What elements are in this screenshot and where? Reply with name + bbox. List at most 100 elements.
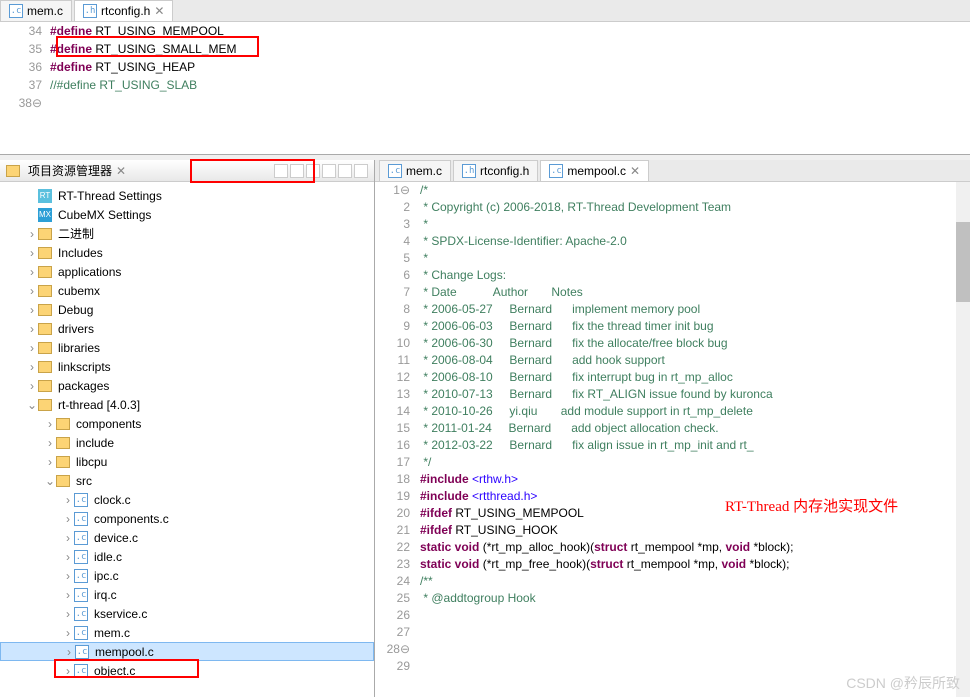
tree-item-label: kservice.c: [92, 607, 147, 621]
tab-label: mem.c: [27, 4, 63, 18]
tab-mem-c[interactable]: .c mem.c: [0, 0, 72, 21]
twisty-icon[interactable]: ›: [62, 550, 74, 564]
twisty-icon[interactable]: ›: [62, 512, 74, 526]
c-file-icon: .c: [74, 626, 88, 640]
tab-mem-c-main[interactable]: .c mem.c: [379, 160, 451, 181]
tree-item[interactable]: ⌄ src: [0, 471, 374, 490]
c-file-icon: .c: [9, 4, 23, 18]
tree-item[interactable]: ›libraries: [0, 338, 374, 357]
close-icon[interactable]: ✕: [154, 4, 164, 18]
twisty-icon[interactable]: ›: [63, 645, 75, 659]
tree-item-label: applications: [56, 265, 121, 279]
tree-item[interactable]: ›linkscripts: [0, 357, 374, 376]
tree-item-label: src: [74, 474, 92, 488]
twisty-icon[interactable]: ›: [26, 379, 38, 393]
tree-item[interactable]: ›.c kservice.c: [0, 604, 374, 623]
tree-item[interactable]: ›drivers: [0, 319, 374, 338]
tree-item[interactable]: ›.cirq.c: [0, 585, 374, 604]
close-icon[interactable]: ✕: [116, 164, 126, 178]
tab-rtconfig-h[interactable]: .h rtconfig.h ✕: [74, 0, 173, 21]
tree-item-label: include: [74, 436, 114, 450]
c-file-icon: .c: [74, 588, 88, 602]
c-file-icon: .c: [74, 550, 88, 564]
rt-settings-icon: RT: [38, 189, 52, 203]
tree-item[interactable]: RTRT-Thread Settings: [0, 186, 374, 205]
c-file-icon: .c: [74, 512, 88, 526]
tab-label: rtconfig.h: [101, 4, 150, 18]
folder-icon: [38, 285, 52, 297]
project-tree[interactable]: RTRT-Thread Settings MX CubeMX Settings › 二进…: [0, 182, 374, 697]
minimize-icon[interactable]: [338, 164, 352, 178]
twisty-icon[interactable]: ›: [62, 626, 74, 640]
twisty-icon[interactable]: ›: [44, 417, 56, 431]
maximize-icon[interactable]: [354, 164, 368, 178]
twisty-icon[interactable]: ›: [26, 322, 38, 336]
tree-item[interactable]: ›.cdevice.c: [0, 528, 374, 547]
twisty-icon[interactable]: ›: [62, 493, 74, 507]
tree-item-label: clock.c: [92, 493, 131, 507]
tab-label: rtconfig.h: [480, 164, 529, 178]
tree-item[interactable]: ›Debug: [0, 300, 374, 319]
annotation-box-tab: [190, 159, 315, 183]
twisty-icon[interactable]: ›: [26, 246, 38, 260]
h-file-icon: .h: [83, 4, 97, 18]
cubemx-icon: MX: [38, 208, 52, 222]
twisty-icon[interactable]: ›: [44, 436, 56, 450]
project-explorer-title: 项目资源管理器: [28, 162, 112, 179]
tab-label: mempool.c: [567, 164, 626, 178]
c-file-icon: .c: [74, 569, 88, 583]
twisty-icon[interactable]: ›: [26, 265, 38, 279]
twisty-icon[interactable]: ›: [26, 360, 38, 374]
tree-item-label: ipc.c: [92, 569, 119, 583]
tree-item-label: mempool.c: [93, 645, 154, 659]
h-file-icon: .h: [462, 164, 476, 178]
twisty-icon[interactable]: ›: [26, 303, 38, 317]
twisty-icon[interactable]: ›: [62, 607, 74, 621]
folder-icon: [38, 380, 52, 392]
tree-item[interactable]: ›packages: [0, 376, 374, 395]
tree-item[interactable]: ›.c ipc.c: [0, 566, 374, 585]
twisty-icon[interactable]: ›: [62, 588, 74, 602]
tree-item-label: CubeMX Settings: [56, 208, 151, 222]
tree-item-label: cubemx: [56, 284, 100, 298]
tree-item-label: 二进制: [56, 225, 94, 242]
c-file-icon: .c: [74, 607, 88, 621]
tree-item[interactable]: ›.cidle.c: [0, 547, 374, 566]
folder-icon: [38, 361, 52, 373]
tree-item[interactable]: › applications: [0, 262, 374, 281]
top-editor-pane: .c mem.c .h rtconfig.h ✕ 34 35 36 37 38⊖…: [0, 0, 970, 155]
tree-item[interactable]: ›libcpu: [0, 452, 374, 471]
close-icon[interactable]: ✕: [630, 164, 640, 178]
tab-rtconfig-h-main[interactable]: .h rtconfig.h: [453, 160, 538, 181]
tree-item[interactable]: ›Includes: [0, 243, 374, 262]
tree-item-label: rt-thread [4.0.3]: [56, 398, 140, 412]
twisty-icon[interactable]: ›: [26, 284, 38, 298]
tree-item[interactable]: ›.cmem.c: [0, 623, 374, 642]
folder-icon: [38, 304, 52, 316]
folder-icon: [38, 228, 52, 240]
tree-item[interactable]: ⌄ rt-thread [4.0.3]: [0, 395, 374, 414]
tree-item[interactable]: › cubemx: [0, 281, 374, 300]
tree-item[interactable]: ›.ccomponents.c: [0, 509, 374, 528]
twisty-icon[interactable]: ›: [62, 569, 74, 583]
folder-icon: [6, 165, 20, 177]
folder-icon: [38, 247, 52, 259]
menu-icon[interactable]: [322, 164, 336, 178]
twisty-icon[interactable]: ›: [26, 227, 38, 241]
main-code-area[interactable]: 1⊖23456789101112131415161718192021222324…: [375, 182, 970, 697]
tree-item[interactable]: ›components: [0, 414, 374, 433]
twisty-icon[interactable]: ⌄: [26, 398, 38, 412]
twisty-icon[interactable]: ›: [44, 455, 56, 469]
tree-item[interactable]: › 二进制: [0, 224, 374, 243]
twisty-icon[interactable]: ›: [26, 341, 38, 355]
twisty-icon[interactable]: ›: [62, 531, 74, 545]
annotation-text: RT-Thread 内存池实现文件: [725, 495, 898, 516]
main-code-lines[interactable]: /* * Copyright (c) 2006-2018, RT-Thread …: [420, 182, 970, 697]
tab-mempool-c-main[interactable]: .c mempool.c ✕: [540, 160, 649, 181]
tree-item[interactable]: ›.cclock.c: [0, 490, 374, 509]
tree-item[interactable]: › include: [0, 433, 374, 452]
twisty-icon[interactable]: ⌄: [44, 474, 56, 488]
main-editor-pane: .c mem.c .h rtconfig.h .c mempool.c ✕ 1⊖…: [375, 160, 970, 697]
tree-item[interactable]: MX CubeMX Settings: [0, 205, 374, 224]
folder-icon: [56, 437, 70, 449]
